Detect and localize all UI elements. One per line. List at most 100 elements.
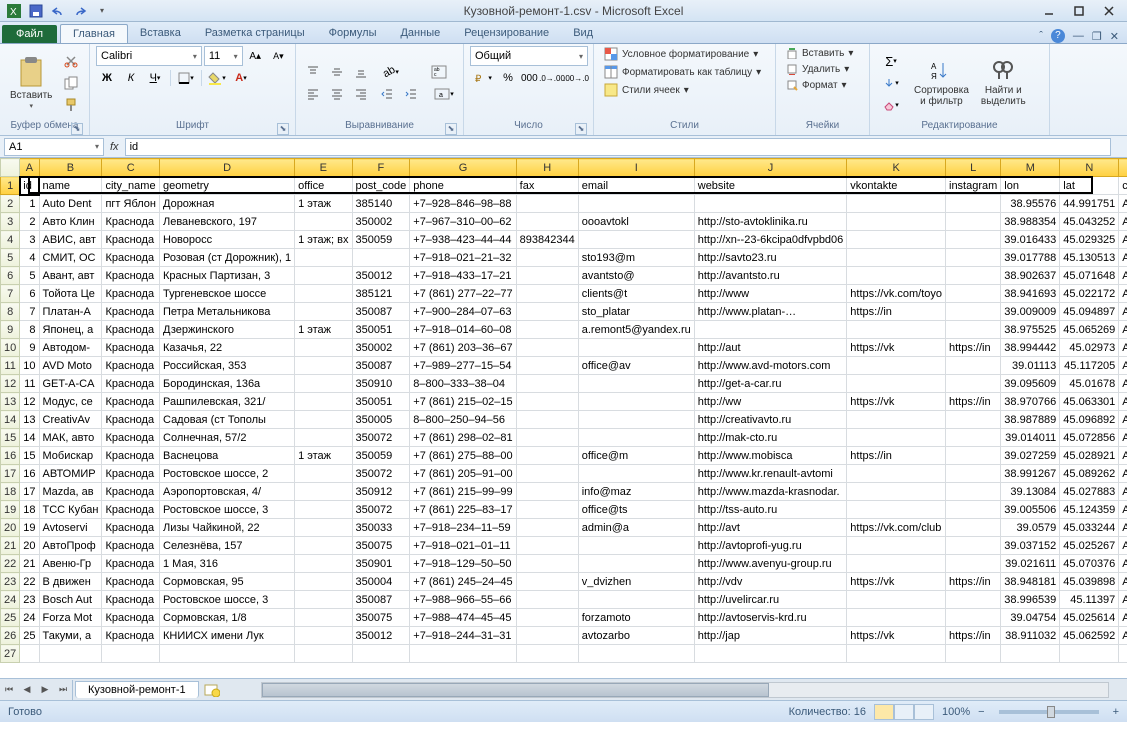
cell[interactable]	[847, 357, 946, 375]
col-header-B[interactable]: B	[39, 159, 102, 177]
cell[interactable]	[578, 231, 694, 249]
font-color-button[interactable]: A▾	[230, 68, 252, 88]
cell[interactable]	[946, 519, 1001, 537]
cell[interactable]	[578, 537, 694, 555]
cell[interactable]	[516, 501, 578, 519]
cell[interactable]: info@maz	[578, 483, 694, 501]
cell[interactable]: 39.009009	[1001, 303, 1060, 321]
cell[interactable]	[516, 573, 578, 591]
col-header-C[interactable]: C	[102, 159, 160, 177]
tab-Формулы[interactable]: Формулы	[317, 24, 389, 43]
cell[interactable]: Автосерви	[1119, 393, 1127, 411]
cell[interactable]: 350075	[352, 537, 410, 555]
cell[interactable]: 45.072856	[1060, 429, 1119, 447]
zoom-out-button[interactable]: −	[978, 706, 984, 718]
cell[interactable]: Краснода	[102, 501, 160, 519]
cell[interactable]: 38.994442	[1001, 339, 1060, 357]
sort-filter-button[interactable]: АЯ Сортировка и фильтр	[910, 57, 973, 109]
cell[interactable]: 45.033244	[1060, 519, 1119, 537]
workbook-restore-icon[interactable]: ❐	[1092, 30, 1102, 43]
cell[interactable]: Бородинская, 136а	[160, 375, 295, 393]
cell[interactable]	[946, 465, 1001, 483]
cell[interactable]: Краснода	[102, 375, 160, 393]
cell[interactable]: forzamoto	[578, 609, 694, 627]
workbook-minimize-icon[interactable]: —	[1073, 30, 1084, 42]
cell[interactable]	[295, 609, 352, 627]
cell[interactable]	[295, 465, 352, 483]
cell[interactable]: Ростовское шоссе, 2	[160, 465, 295, 483]
sheet-nav-first[interactable]: ⏮	[0, 680, 18, 700]
cell[interactable]	[946, 321, 1001, 339]
cell[interactable]: Автосерви	[1119, 591, 1127, 609]
cell[interactable]: http://savto23.ru	[694, 249, 847, 267]
cell[interactable]	[847, 555, 946, 573]
paste-button[interactable]: Вставить ▾	[6, 54, 56, 113]
row-header[interactable]: 20	[1, 519, 20, 537]
cell[interactable]: +7–928–846–98–88	[410, 195, 516, 213]
cell[interactable]: +7–918–014–60–08	[410, 321, 516, 339]
row-header[interactable]: 3	[1, 213, 20, 231]
cell[interactable]	[516, 339, 578, 357]
cell[interactable]: Ростовское шоссе, 3	[160, 501, 295, 519]
cell[interactable]: Автосерви	[1119, 555, 1127, 573]
cell[interactable]: +7–918–234–11–59	[410, 519, 516, 537]
cell[interactable]: clients@t	[578, 285, 694, 303]
align-left-button[interactable]	[302, 84, 324, 104]
format-painter-button[interactable]	[60, 95, 82, 115]
increase-decimal-button[interactable]: .0→.00	[541, 68, 563, 88]
cell[interactable]: Автосерви	[1119, 321, 1127, 339]
cell[interactable]: http://www.avenyu-group.ru	[694, 555, 847, 573]
cell[interactable]	[946, 375, 1001, 393]
cell[interactable]: Автосерви	[1119, 213, 1127, 231]
cell[interactable]	[578, 195, 694, 213]
cell[interactable]	[847, 429, 946, 447]
cell[interactable]: 39.13084	[1001, 483, 1060, 501]
cell[interactable]: 1 этаж	[295, 447, 352, 465]
cell[interactable]	[578, 411, 694, 429]
cell[interactable]: id	[20, 177, 39, 195]
save-icon[interactable]	[26, 2, 46, 20]
cell[interactable]: Автодом-	[39, 339, 102, 357]
file-tab[interactable]: Файл	[2, 25, 57, 43]
percent-button[interactable]: %	[498, 68, 517, 88]
cell[interactable]	[516, 213, 578, 231]
cell[interactable]: 44.991751	[1060, 195, 1119, 213]
cell[interactable]: instagram	[946, 177, 1001, 195]
cell[interactable]: Автосерви	[1119, 249, 1127, 267]
autosum-button[interactable]: Σ ▾	[876, 51, 906, 71]
cell[interactable]	[516, 321, 578, 339]
cell[interactable]: 3	[20, 231, 39, 249]
cell[interactable]: 10	[20, 357, 39, 375]
cell[interactable]: 350910	[352, 375, 410, 393]
cell[interactable]: office	[295, 177, 352, 195]
increase-font-button[interactable]: A▴	[245, 46, 266, 66]
cell[interactable]: admin@a	[578, 519, 694, 537]
cell[interactable]: Автосерви	[1119, 195, 1127, 213]
cell[interactable]	[946, 537, 1001, 555]
cell[interactable]: Красных Партизан, 3	[160, 267, 295, 285]
cell[interactable]: https://in	[847, 447, 946, 465]
cell[interactable]: Автосерви	[1119, 339, 1127, 357]
cell[interactable]: Краснода	[102, 591, 160, 609]
bold-button[interactable]: Ж	[96, 68, 118, 88]
cell[interactable]	[516, 411, 578, 429]
cell[interactable]: 350002	[352, 213, 410, 231]
fx-icon[interactable]: fx	[110, 141, 119, 153]
cell[interactable]: Автосерви	[1119, 627, 1127, 645]
cell[interactable]: 45.025614	[1060, 609, 1119, 627]
italic-button[interactable]: К	[120, 68, 142, 88]
cell[interactable]: 38.941693	[1001, 285, 1060, 303]
cell[interactable]: Японец, а	[39, 321, 102, 339]
cell[interactable]: АВТОМИР	[39, 465, 102, 483]
cell[interactable]	[516, 519, 578, 537]
row-header[interactable]: 23	[1, 573, 20, 591]
cell[interactable]	[946, 591, 1001, 609]
cell[interactable]: 45.022172	[1060, 285, 1119, 303]
cell[interactable]: Краснода	[102, 447, 160, 465]
format-as-table-button[interactable]: Форматировать как таблицу ▾	[600, 64, 769, 80]
cell[interactable]: 350002	[352, 339, 410, 357]
view-page-layout-button[interactable]	[894, 704, 914, 720]
cell[interactable]: 350033	[352, 519, 410, 537]
cell[interactable]: 45.065269	[1060, 321, 1119, 339]
name-box[interactable]: A1▾	[4, 138, 104, 156]
